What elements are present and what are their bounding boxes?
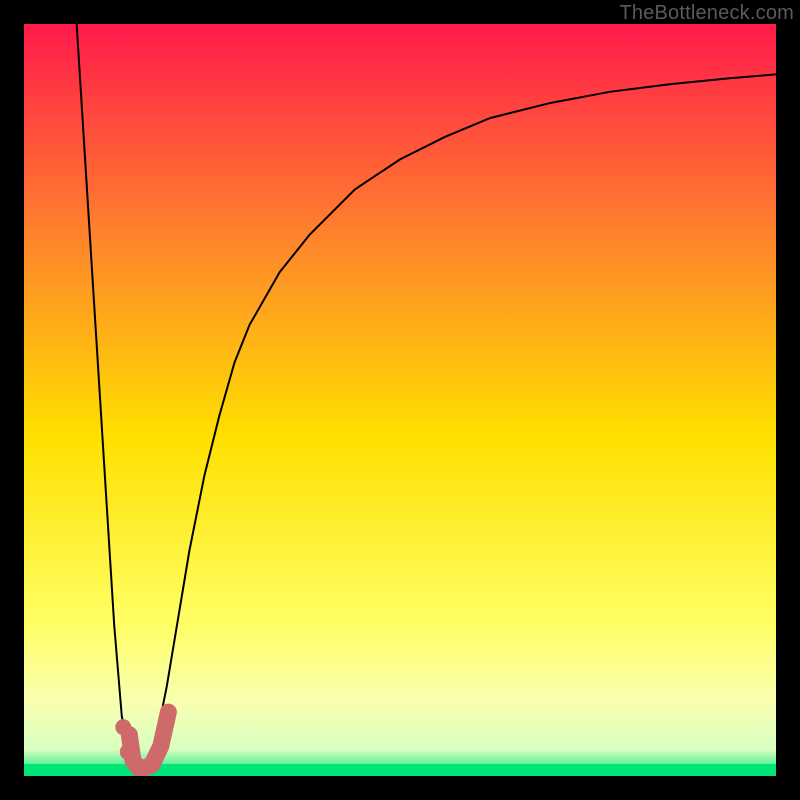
marker-a [115,719,131,735]
plot-background [24,24,776,776]
watermark-text: TheBottleneck.com [619,2,794,25]
chart-canvas [24,24,776,776]
chart-frame: TheBottleneck.com [0,0,800,800]
marker-b [120,744,136,760]
